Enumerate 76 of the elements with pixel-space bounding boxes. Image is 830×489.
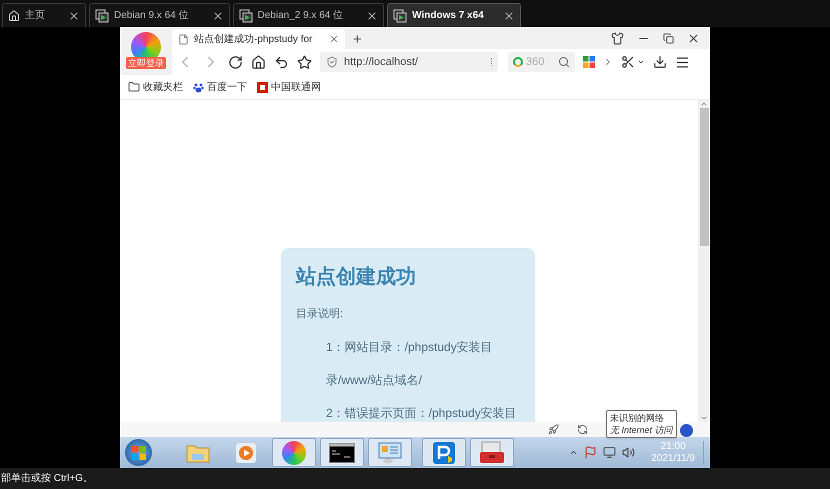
bookmark[interactable]: 收藏夹栏 — [128, 80, 183, 94]
close-icon[interactable] — [366, 10, 378, 22]
tooltip-line: 未识别的网络 — [610, 412, 665, 424]
caret-icon[interactable] — [637, 58, 645, 66]
refresh-icon[interactable] — [577, 424, 588, 435]
scissors-icon[interactable] — [621, 55, 635, 69]
flag-icon[interactable] — [584, 446, 598, 459]
tooltip-line: 无 Internet 访问 — [610, 424, 673, 436]
vm-icon — [393, 8, 408, 22]
vm-icon — [238, 8, 252, 22]
close-icon[interactable] — [329, 34, 339, 44]
windows-logo-icon — [132, 446, 146, 460]
bookmark-label: 百度一下 — [207, 80, 247, 94]
taskbar-app[interactable] — [320, 438, 364, 467]
card-line: 2：错误提示页面：/phpstudy安装目 — [325, 404, 518, 422]
card-title: 站点创建成功 — [296, 265, 417, 290]
control-panel-icon — [378, 442, 402, 464]
close-icon[interactable] — [687, 32, 700, 45]
phpstudy-icon — [432, 440, 456, 464]
bookmark-label: 中国联通网 — [271, 80, 321, 94]
close-icon[interactable] — [68, 10, 80, 22]
vm-tab[interactable]: Debian_2 9.x 64 位 — [232, 3, 384, 27]
bookmark[interactable]: 中国联通网 — [257, 80, 321, 94]
shield-icon — [326, 56, 338, 68]
browser-logo-icon — [282, 440, 306, 464]
home-icon[interactable] — [251, 54, 266, 70]
play-icon — [235, 442, 257, 464]
vm-tab-label: Debian 9.x 64 位 — [114, 9, 190, 23]
close-icon[interactable] — [502, 10, 515, 22]
card-line: 1：网站目录：/phpstudy安装目 — [325, 338, 494, 356]
new-tab-button[interactable]: + — [353, 32, 362, 47]
start-button[interactable] — [125, 439, 152, 466]
speaker-icon[interactable] — [622, 446, 636, 459]
search-icon[interactable] — [558, 56, 570, 68]
tray-expand-icon[interactable] — [569, 448, 578, 457]
vm-tab-label: 主页 — [25, 8, 46, 23]
vm-tab-label: Windows 7 x64 — [412, 9, 485, 23]
restore-icon[interactable] — [663, 33, 674, 44]
undo-icon[interactable] — [274, 54, 289, 70]
address-text: http://localhost/ — [344, 54, 419, 70]
vm-icon — [95, 8, 109, 22]
apps-icon[interactable] — [583, 56, 595, 68]
download-icon[interactable] — [653, 55, 667, 69]
close-icon[interactable] — [212, 10, 224, 22]
skin-icon[interactable] — [611, 32, 624, 45]
rocket-icon[interactable] — [548, 424, 559, 435]
search-text: 360 — [526, 54, 546, 70]
browser-tab[interactable]: 站点创建成功-phpstudy for — [172, 29, 345, 49]
home-icon — [8, 10, 20, 22]
address-field[interactable]: http://localhost/ — [320, 52, 498, 72]
bookmark-label: 收藏夹栏 — [143, 80, 183, 94]
clock-date: 2021/11/9 — [651, 452, 695, 464]
bookmark[interactable]: 百度一下 — [193, 80, 247, 94]
card-line: 录/www/站点域名/ — [325, 372, 423, 388]
toolbox-icon — [479, 440, 505, 464]
search-logo-icon — [513, 57, 523, 67]
vm-tab[interactable]: Debian 9.x 64 位 — [89, 3, 230, 27]
scroll-up-icon[interactable] — [700, 100, 708, 108]
folder-icon — [128, 81, 140, 93]
page-icon — [178, 34, 189, 44]
clock-time: 21:00 — [660, 440, 686, 452]
reload-icon[interactable] — [228, 54, 243, 70]
vm-tab[interactable]: Windows 7 x64 — [387, 3, 521, 27]
star-icon[interactable] — [297, 54, 312, 70]
terminal-icon — [329, 442, 355, 462]
menu-icon[interactable] — [675, 54, 690, 70]
scroll-down-icon[interactable] — [700, 414, 708, 422]
vm-tab-label: Debian_2 9.x 64 位 — [258, 9, 344, 23]
vm-tab[interactable]: 主页 — [2, 3, 86, 27]
folder-icon — [186, 442, 210, 462]
status-text: 部单击或按 Ctrl+G。 — [1, 472, 93, 486]
card-intro: 目录说明: — [296, 307, 344, 322]
paw-icon — [193, 82, 204, 92]
unicom-icon — [257, 82, 268, 92]
browser-tab-title: 站点创建成功-phpstudy for — [194, 32, 314, 46]
scroll-thumb[interactable] — [700, 108, 708, 246]
